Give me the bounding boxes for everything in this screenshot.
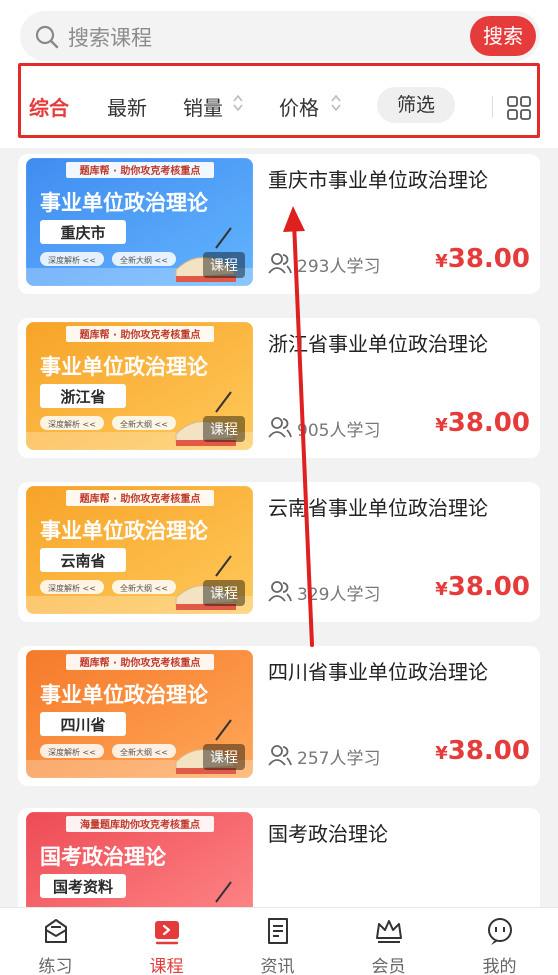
sort-price[interactable]: 价格 bbox=[279, 92, 319, 121]
thumb-region-text: 四川省 bbox=[60, 716, 105, 734]
course-title: 四川省事业单位政治理论 bbox=[268, 660, 488, 684]
student-count: 905人学习 bbox=[297, 421, 381, 441]
news-icon bbox=[268, 918, 288, 944]
tab-label: 课程 bbox=[149, 957, 184, 975]
course-tag-badge: 课程 bbox=[203, 252, 245, 278]
thumb-left-label: 深度解析 << bbox=[48, 747, 96, 757]
course-card[interactable]: 题库帮 · 助你攻克考核重点事业单位政治理论云南省深度解析 << 全新大纲 << 课… bbox=[18, 482, 540, 622]
tab-course[interactable]: 课程 bbox=[111, 908, 222, 975]
thumb-right-label: 全新大纲 << bbox=[120, 255, 168, 265]
course-thumbnail: 题库帮 · 助你攻克考核重点事业单位政治理论浙江省深度解析 << 全新大纲 << 课… bbox=[26, 322, 253, 450]
thumb-region-text: 重庆市 bbox=[60, 224, 105, 242]
vip-crown-icon bbox=[376, 920, 402, 943]
sort-updown-icon bbox=[331, 94, 341, 112]
thumb-left-label: 深度解析 << bbox=[48, 583, 96, 593]
course-icon bbox=[155, 921, 179, 945]
currency-symbol: ¥ bbox=[435, 579, 448, 600]
tab-practice[interactable]: 练习 bbox=[0, 908, 111, 975]
course-tag-badge: 课程 bbox=[203, 580, 245, 606]
tab-label: 会员 bbox=[371, 957, 406, 975]
thumb-top-text: 题库帮 · 助你攻克考核重点 bbox=[80, 656, 201, 669]
thumb-right-label: 全新大纲 << bbox=[120, 583, 168, 593]
student-count: 293人学习 bbox=[297, 257, 381, 277]
practice-icon bbox=[45, 919, 67, 943]
bottom-tab-bar: 练习 课程 资讯 会员 我的 bbox=[0, 907, 558, 975]
tab-label: 资讯 bbox=[260, 957, 295, 975]
thumb-top-text: 题库帮 · 助你攻克考核重点 bbox=[80, 164, 201, 177]
grid-view-icon[interactable] bbox=[506, 95, 532, 121]
student-count: 329人学习 bbox=[297, 585, 381, 605]
thumb-left-label: 深度解析 << bbox=[48, 419, 96, 429]
currency-symbol: ¥ bbox=[435, 415, 448, 436]
header: 搜索课程 搜索 综合 最新 销量 价格 筛选 bbox=[0, 0, 558, 148]
search-button[interactable]: 搜索 bbox=[470, 16, 536, 56]
currency-symbol: ¥ bbox=[435, 251, 448, 272]
sort-updown-icon bbox=[233, 94, 243, 112]
thumb-main-text: 事业单位政治理论 bbox=[40, 355, 209, 379]
filter-button[interactable]: 筛选 bbox=[377, 87, 455, 123]
sort-newest[interactable]: 最新 bbox=[107, 92, 147, 121]
tab-vip[interactable]: 会员 bbox=[333, 908, 444, 975]
thumb-region-text: 浙江省 bbox=[60, 388, 105, 406]
search-icon bbox=[35, 25, 59, 49]
tab-label: 练习 bbox=[38, 957, 73, 975]
tab-label: 我的 bbox=[482, 957, 517, 975]
course-title: 国考政治理论 bbox=[268, 822, 388, 846]
currency-symbol: ¥ bbox=[435, 743, 448, 764]
search-input[interactable]: 搜索课程 搜索 bbox=[20, 11, 540, 61]
price-value: 38.00 bbox=[447, 572, 530, 602]
price-value: 38.00 bbox=[447, 244, 530, 274]
thumb-region-text: 云南省 bbox=[60, 552, 105, 570]
thumb-right-label: 全新大纲 << bbox=[120, 747, 168, 757]
course-title: 云南省事业单位政治理论 bbox=[268, 496, 488, 520]
people-icon bbox=[268, 745, 292, 766]
price-value: 38.00 bbox=[447, 736, 530, 766]
thumb-main-text: 事业单位政治理论 bbox=[40, 519, 209, 543]
course-price: ¥38.00 bbox=[435, 736, 530, 766]
course-title: 重庆市事业单位政治理论 bbox=[268, 168, 488, 192]
thumb-region-text: 国考资料 bbox=[53, 878, 113, 896]
thumb-top-text: 题库帮 · 助你攻克考核重点 bbox=[80, 492, 201, 505]
thumb-top-text: 题库帮 · 助你攻克考核重点 bbox=[80, 328, 201, 341]
sort-sales[interactable]: 销量 bbox=[183, 92, 223, 121]
course-tag-badge: 课程 bbox=[203, 416, 245, 442]
course-thumbnail: 题库帮 · 助你攻克考核重点事业单位政治理论云南省深度解析 << 全新大纲 << 课… bbox=[26, 486, 253, 614]
people-icon bbox=[268, 417, 292, 438]
people-icon bbox=[268, 253, 292, 274]
course-price: ¥38.00 bbox=[435, 244, 530, 274]
sort-filter-bar: 综合 最新 销量 价格 筛选 bbox=[18, 63, 540, 138]
thumb-top-text: 海量题库助你攻克考核重点 bbox=[80, 818, 200, 831]
people-icon bbox=[268, 581, 292, 602]
price-value: 38.00 bbox=[447, 408, 530, 438]
thumb-right-label: 全新大纲 << bbox=[120, 419, 168, 429]
profile-chat-icon bbox=[488, 918, 512, 945]
course-thumbnail: 题库帮 · 助你攻克考核重点事业单位政治理论四川省深度解析 << 全新大纲 << 课… bbox=[26, 650, 253, 778]
course-card[interactable]: 题库帮 · 助你攻克考核重点事业单位政治理论浙江省深度解析 << 全新大纲 << 课… bbox=[18, 318, 540, 458]
search-placeholder: 搜索课程 bbox=[68, 26, 152, 50]
thumb-left-label: 深度解析 << bbox=[48, 255, 96, 265]
course-price: ¥38.00 bbox=[435, 572, 530, 602]
tab-news[interactable]: 资讯 bbox=[222, 908, 333, 975]
course-title: 浙江省事业单位政治理论 bbox=[268, 332, 488, 356]
course-card[interactable]: 题库帮 · 助你攻克考核重点事业单位政治理论四川省深度解析 << 全新大纲 << 课… bbox=[18, 646, 540, 786]
thumb-main-text: 国考政治理论 bbox=[40, 845, 167, 869]
course-card[interactable]: 题库帮 · 助你攻克考核重点事业单位政治理论重庆市深度解析 << 全新大纲 << 课… bbox=[18, 154, 540, 294]
thumb-main-text: 事业单位政治理论 bbox=[40, 191, 209, 215]
course-price: ¥38.00 bbox=[435, 408, 530, 438]
sort-comprehensive[interactable]: 综合 bbox=[29, 92, 69, 121]
course-tag-badge: 课程 bbox=[203, 744, 245, 770]
student-count: 257人学习 bbox=[297, 749, 381, 769]
tab-profile[interactable]: 我的 bbox=[444, 908, 555, 975]
course-thumbnail: 题库帮 · 助你攻克考核重点事业单位政治理论重庆市深度解析 << 全新大纲 << 课… bbox=[26, 158, 253, 286]
thumb-main-text: 事业单位政治理论 bbox=[40, 683, 209, 707]
divider bbox=[492, 96, 493, 118]
